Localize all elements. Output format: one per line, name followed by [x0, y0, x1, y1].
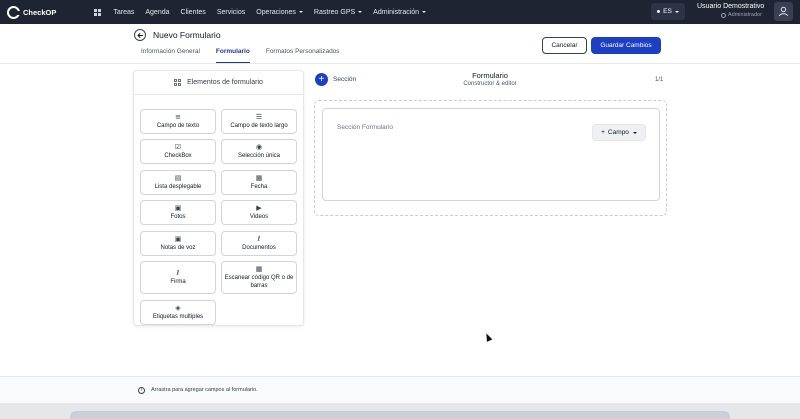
tab-bar: Información General Formulario Formatos … [141, 48, 356, 63]
short-text-icon: ≡ [175, 113, 181, 121]
arrow-left-icon [136, 32, 143, 38]
checkop-logo-icon [7, 5, 20, 19]
calendar-icon: ▦ [255, 174, 263, 182]
globe-icon [657, 10, 661, 13]
panel-title: Elementos de formulario [187, 79, 263, 86]
user-name: Usuario Demostrativo [697, 3, 765, 10]
role-icon [721, 12, 726, 18]
panel-header: Elementos de formulario [134, 71, 303, 95]
element-campo-texto-largo[interactable]: ☰ Campo de texto largo [221, 109, 297, 134]
chevron-down-icon [298, 11, 303, 13]
page-header: Nuevo Formulario Información General For… [0, 24, 800, 64]
element-campo-texto[interactable]: ≡ Campo de texto [140, 109, 216, 134]
tag-icon: ◈ [175, 304, 181, 312]
image-icon: ▣ [174, 204, 182, 212]
element-notas-de-voz[interactable]: ▣ Notas de voz [140, 231, 216, 256]
element-checkbox[interactable]: ☑ CheckBox [140, 139, 216, 164]
section-pager: 1/1 [655, 77, 664, 83]
footer-hint: Arrastra para agregar campos al formular… [151, 387, 258, 393]
element-lista-desplegable[interactable]: ▤ Lista desplegable [140, 170, 216, 195]
grid-icon [174, 79, 182, 86]
tab-formulario[interactable]: Formulario [215, 48, 250, 63]
bottom-bar [70, 411, 730, 419]
brand-name: CheckOP [23, 7, 57, 17]
user-role: Administrador [721, 12, 764, 18]
tab-formatos-personalizados[interactable]: Formatos Personalizados [266, 48, 340, 63]
checkbox-icon: ☑ [174, 143, 182, 151]
video-icon: ▶ [256, 204, 262, 212]
nav-servicios[interactable]: Servicios [217, 9, 245, 16]
voice-note-icon: ▣ [174, 235, 182, 243]
add-section-button[interactable]: + [315, 73, 328, 86]
element-etiquetas-multiples[interactable]: ◈ Etiquetas multiples [140, 300, 216, 325]
chevron-down-icon [422, 11, 427, 13]
tab-informacion-general[interactable]: Información General [141, 48, 200, 63]
element-fotos[interactable]: ▣ Fotos [140, 200, 216, 225]
form-section-card[interactable]: Sección Formulario + Campo [322, 108, 660, 201]
cancel-button[interactable]: Cancelar [542, 37, 587, 54]
long-text-icon: ☰ [255, 113, 263, 121]
mouse-cursor [483, 332, 493, 342]
nav-administracion[interactable]: Administración [373, 9, 427, 16]
chevron-down-icon [358, 11, 363, 13]
radio-icon: ◉ [255, 143, 263, 151]
back-button[interactable] [134, 29, 146, 41]
nav-operaciones[interactable]: Operaciones [256, 9, 303, 16]
user-icon [779, 6, 788, 17]
element-firma[interactable]: ℓ Firma [140, 261, 216, 294]
element-videos[interactable]: ▶ Videos [221, 200, 297, 225]
main-menu: Tareas Agenda Clientes Servicios Operaci… [113, 9, 437, 16]
nav-agenda[interactable]: Agenda [145, 9, 169, 16]
signature-icon: ℓ [176, 269, 180, 277]
element-fecha[interactable]: ▦ Fecha [221, 170, 297, 195]
top-navbar: CheckOP Tareas Agenda Clientes Servicios… [0, 0, 800, 24]
nav-rastreo-gps[interactable]: Rastreo GPS [314, 9, 363, 16]
page-title: Nuevo Formulario [153, 30, 221, 40]
element-escanear-qr[interactable]: ▦ Escanear código QR o de barras [221, 261, 297, 294]
save-changes-button[interactable]: Guardar Cambios [591, 37, 661, 54]
section-name[interactable]: Sección Formulario [337, 124, 393, 131]
add-field-button[interactable]: + Campo [592, 124, 646, 141]
chevron-down-icon [674, 10, 679, 13]
brand-logo[interactable]: CheckOP [7, 5, 57, 19]
nav-clientes[interactable]: Clientes [181, 9, 206, 16]
apps-grid-icon[interactable] [94, 8, 102, 16]
language-selector[interactable]: ES [651, 3, 685, 20]
footer-hint-bar: i Arrastra para agregar campos al formul… [0, 376, 800, 403]
avatar[interactable] [774, 2, 793, 21]
chevron-down-icon [632, 131, 637, 134]
nav-tareas[interactable]: Tareas [113, 9, 134, 16]
qr-code-icon: ▦ [255, 265, 263, 273]
paperclip-icon: ℓ [257, 235, 261, 243]
plus-icon: + [601, 129, 605, 136]
info-icon: i [138, 386, 145, 394]
form-elements-panel: Elementos de formulario ≡ Campo de texto… [133, 70, 304, 326]
form-title: Formulario [472, 71, 508, 80]
form-builder-area: Elementos de formulario ≡ Campo de texto… [0, 65, 800, 376]
user-menu[interactable]: Usuario Demostrativo Administrador [697, 3, 764, 18]
add-section-label[interactable]: Sección [333, 76, 356, 83]
element-seleccion-unica[interactable]: ◉ Selección única [221, 139, 297, 164]
element-documentos[interactable]: ℓ Documentos [221, 231, 297, 256]
dropdown-list-icon: ▤ [174, 174, 182, 182]
form-subtitle: Constructor & editor [463, 81, 517, 87]
